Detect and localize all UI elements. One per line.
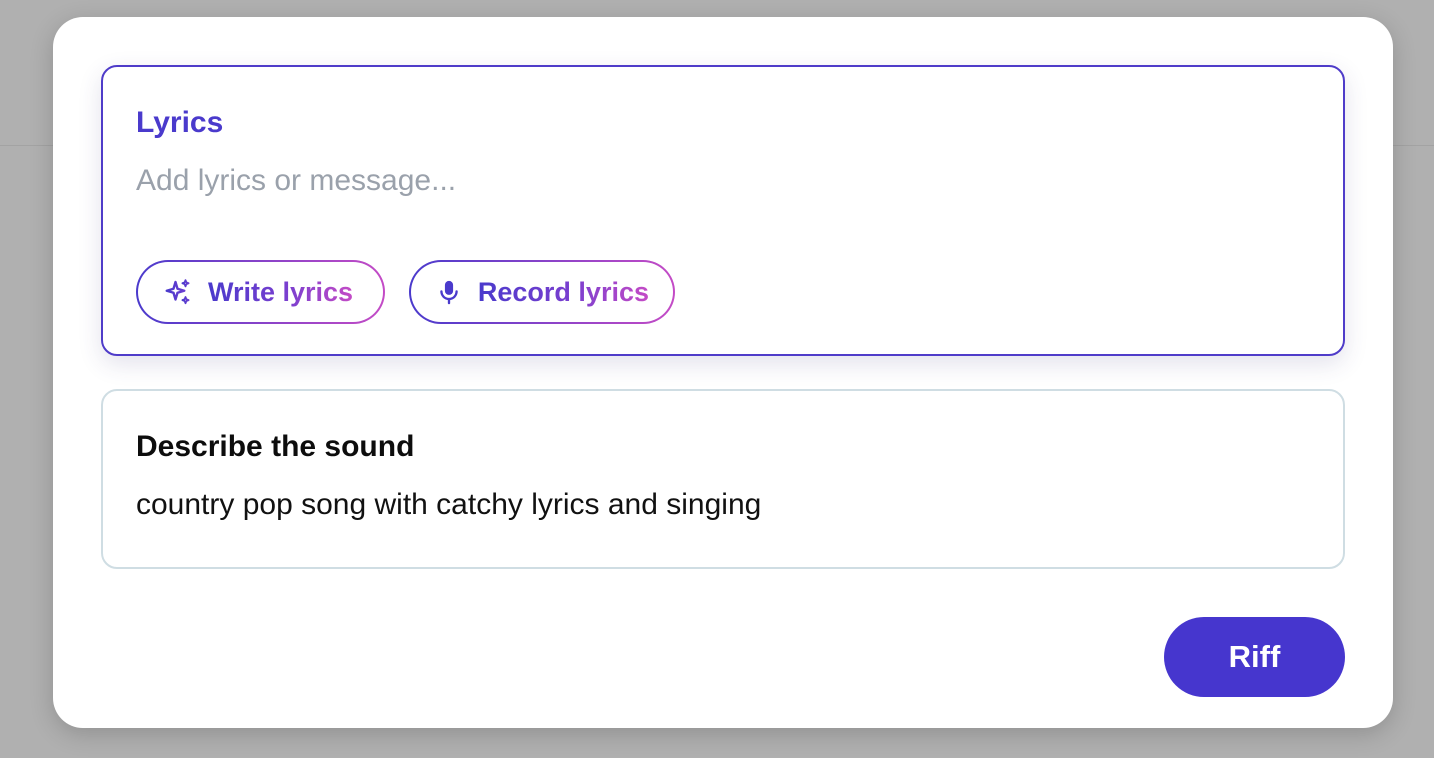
sound-description-input[interactable] xyxy=(134,483,1298,527)
sound-label: Describe the sound xyxy=(136,430,415,463)
riff-button[interactable]: Riff xyxy=(1164,617,1345,697)
write-lyrics-button[interactable]: Write lyrics xyxy=(136,260,385,324)
sparkles-icon xyxy=(162,276,194,308)
sound-description-card[interactable]: Describe the sound xyxy=(101,389,1345,569)
lyrics-card[interactable]: Lyrics Write lyrics xyxy=(101,65,1345,356)
microphone-icon xyxy=(435,276,464,308)
lyrics-input[interactable] xyxy=(134,159,1298,203)
lyrics-label: Lyrics xyxy=(136,106,224,139)
record-lyrics-button[interactable]: Record lyrics xyxy=(409,260,675,324)
record-lyrics-label: Record lyrics xyxy=(477,277,649,307)
write-lyrics-label: Write lyrics xyxy=(208,277,354,307)
create-song-modal: Lyrics Write lyrics xyxy=(53,17,1393,728)
